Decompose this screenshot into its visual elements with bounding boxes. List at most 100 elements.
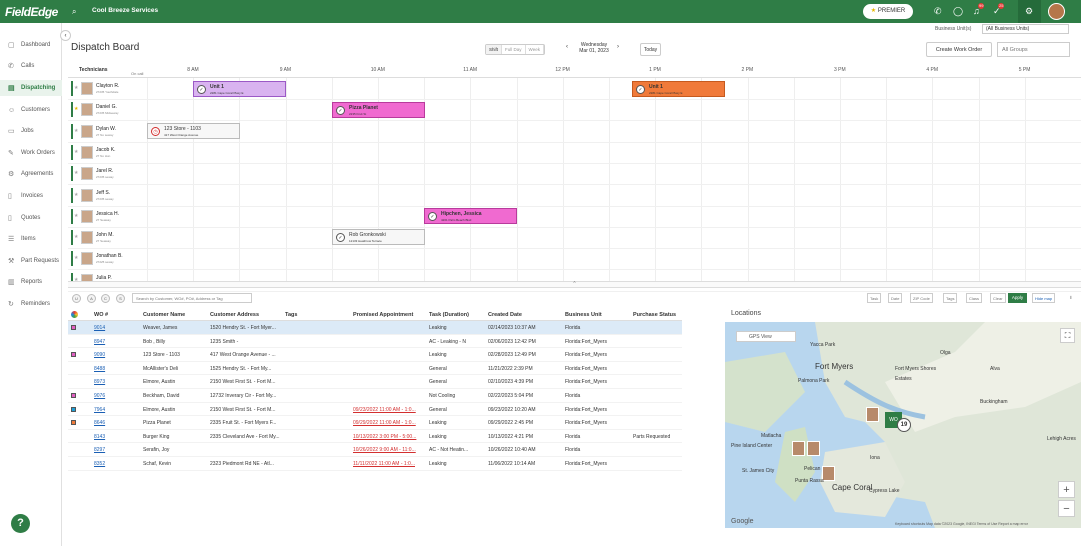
tags-filter[interactable]: Tags	[943, 293, 958, 303]
filter-assigned[interactable]: A	[87, 294, 96, 303]
sidebar-item-dashboard[interactable]: ▢ Dashboard	[0, 37, 62, 53]
technician-map-pin[interactable]	[807, 441, 820, 456]
panel-splitter[interactable]: ⌃	[68, 281, 1081, 288]
next-day-icon[interactable]: ›	[617, 44, 619, 50]
column-header[interactable]: Created Date	[488, 312, 522, 318]
technician-name[interactable]: John M.	[96, 232, 114, 238]
star-icon[interactable]: ★	[74, 128, 78, 134]
table-row[interactable]: 7964 Elmore, Austin 2150 West First St. - …	[68, 403, 682, 417]
job-card[interactable]: ✓ Unit 1 2281 Cape Coral Pkwy E	[193, 81, 286, 97]
technician-name[interactable]: Jeff S.	[96, 190, 110, 196]
user-avatar[interactable]	[1048, 3, 1065, 20]
create-work-order-button[interactable]: Create Work Order	[926, 42, 992, 57]
gps-view-toggle[interactable]: GPS View	[736, 331, 796, 342]
technician-name[interactable]: Jonathan B.	[96, 253, 123, 259]
star-icon[interactable]: ★	[74, 149, 78, 155]
job-card[interactable]: ◷ 123 Store - 1103 417 West Orange Avenue	[147, 123, 240, 139]
column-header[interactable]: Customer Name	[143, 312, 185, 318]
filter-completed[interactable]: C	[101, 294, 110, 303]
wo-link[interactable]: 8297	[94, 447, 139, 453]
sidebar-item-dispatching[interactable]: ▤ Dispatching	[0, 80, 62, 96]
star-icon[interactable]: ★	[74, 234, 78, 240]
wo-link[interactable]: 9076	[94, 393, 139, 399]
sidebar-item-reminders[interactable]: ↻ Reminders	[0, 296, 62, 312]
filter-scheduled[interactable]: S	[116, 294, 125, 303]
map-cluster[interactable]: 19	[897, 418, 911, 432]
class-filter[interactable]: Class	[966, 293, 983, 303]
sidebar-item-work-orders[interactable]: ✎ Work Orders	[0, 145, 62, 161]
sidebar-item-reports[interactable]: ▥ Reports	[0, 274, 62, 290]
technician-name[interactable]: Jessica H.	[96, 211, 119, 217]
zoom-out-button[interactable]: −	[1058, 500, 1075, 517]
chat-icon[interactable]: ◯	[953, 6, 963, 17]
business-unit-select[interactable]: (All Business Units)	[982, 24, 1069, 34]
table-row[interactable]: 8143 Burger King 2335 Cleveland Ave - Fort…	[68, 430, 682, 444]
settings-button[interactable]: ⚙	[1018, 0, 1041, 23]
job-card[interactable]: ✓ Pizza Planet 2235 Fruit St	[332, 102, 425, 118]
job-card[interactable]: ✓ Hipchen, Jessica 4201 Palm Beach Blvd	[424, 208, 517, 224]
phone-icon[interactable]: ✆	[934, 6, 942, 17]
star-icon[interactable]: ★	[74, 192, 78, 198]
technician-map-pin[interactable]	[866, 407, 879, 422]
column-header[interactable]: Business Unit	[565, 312, 602, 318]
technician-name[interactable]: Clayton R.	[96, 83, 119, 89]
technician-name[interactable]: Jarel R.	[96, 168, 113, 174]
groups-select[interactable]: All Groups	[997, 42, 1070, 57]
sidebar-item-calls[interactable]: ✆ Calls	[0, 58, 62, 74]
table-row[interactable]: 8947 Bob , Billy 1235 Smith - AC - Leaking …	[68, 335, 682, 349]
view-shift-button[interactable]: Shift	[486, 45, 503, 54]
company-name[interactable]: Cool Breeze Services	[92, 7, 158, 14]
technician-name[interactable]: Jacob K.	[96, 147, 115, 153]
table-row[interactable]: 8352 Schaf, Kevin 2323 Piedmont Rd NE - At…	[68, 457, 682, 471]
sidebar-item-customers[interactable]: ☺ Customers	[0, 102, 62, 118]
table-cell[interactable]: 10/26/2022 9:00 AM - 11:0...	[353, 447, 425, 453]
wo-link[interactable]: 9014	[94, 325, 139, 331]
column-header[interactable]: Tags	[285, 312, 297, 318]
date-filter[interactable]: Date	[888, 293, 903, 303]
wo-link[interactable]: 9090	[94, 352, 139, 358]
sidebar-item-items[interactable]: ☰ Items	[0, 231, 62, 247]
column-header[interactable]: Task (Duration)	[429, 312, 469, 318]
job-card[interactable]: ✓ Rob Gronkowski 12133 Heathrow Terrace	[332, 229, 425, 245]
view-week-button[interactable]: Week	[526, 45, 544, 54]
star-icon[interactable]: ★	[74, 85, 78, 91]
sidebar-item-quotes[interactable]: ▯ Quotes	[0, 210, 62, 226]
zoom-in-button[interactable]: +	[1058, 481, 1075, 498]
logo[interactable]: FieldEdge	[5, 5, 58, 19]
hide-map-button[interactable]: Hide map	[1032, 293, 1056, 303]
color-wheel-icon[interactable]	[71, 311, 78, 318]
column-header[interactable]: Promised Appointment	[353, 312, 413, 318]
table-row[interactable]: 8646 Pizza Planet 2335 Fruit St. - Fort My…	[68, 416, 682, 430]
star-icon[interactable]: ★	[74, 213, 78, 219]
fullscreen-icon[interactable]: ⛶	[1060, 328, 1075, 343]
wo-link[interactable]: 8973	[94, 379, 139, 385]
view-full-day-button[interactable]: Full Day	[502, 45, 526, 54]
technician-map-pin[interactable]	[792, 441, 805, 456]
sidebar-item-part-requests[interactable]: ⚒ Part Requests	[0, 253, 62, 269]
table-row[interactable]: 9076 Beckham, David 12732 Inverary Cir - F…	[68, 389, 682, 403]
table-cell[interactable]: 10/13/2022 3:00 PM - 5:00...	[353, 434, 425, 440]
table-cell[interactable]: 09/23/2022 11:00 AM - 1:0...	[353, 407, 425, 413]
collapse-sidebar-button[interactable]: ‹	[60, 30, 71, 41]
task-filter[interactable]: Task	[867, 293, 882, 303]
work-order-search-input[interactable]: Search by Customer, WO#, PO#, Address or…	[132, 293, 252, 303]
star-icon[interactable]: ★	[74, 255, 78, 261]
today-button[interactable]: Today	[640, 43, 661, 56]
clear-button[interactable]: Clear	[990, 293, 1006, 303]
filter-unassigned[interactable]: U	[72, 294, 81, 303]
table-row[interactable]: 8297 Serafin, Joy 10/26/2022 9:00 AM - 11:…	[68, 443, 682, 457]
help-button[interactable]: ?	[11, 514, 30, 533]
star-icon[interactable]: ★	[74, 106, 78, 112]
column-header[interactable]: Purchase Status	[633, 312, 676, 318]
table-row[interactable]: 9090 123 Store - 1103 417 West Orange Aven…	[68, 348, 682, 362]
wo-link[interactable]: 8947	[94, 339, 139, 345]
sidebar-item-agreements[interactable]: ⚙ Agreements	[0, 166, 62, 182]
star-icon[interactable]: ★	[74, 170, 78, 176]
wo-link[interactable]: 7964	[94, 407, 139, 413]
wo-link[interactable]: 8646	[94, 420, 139, 426]
table-row[interactable]: 8973 Elmore, Austin 2150 West First St. - …	[68, 375, 682, 389]
wo-link[interactable]: 8488	[94, 366, 139, 372]
premier-badge[interactable]: ★ PREMIER	[863, 4, 913, 19]
wo-link[interactable]: 8352	[94, 461, 139, 467]
table-row[interactable]: 8488 McAllister's Deli 1525 Hendry St. - F…	[68, 362, 682, 376]
